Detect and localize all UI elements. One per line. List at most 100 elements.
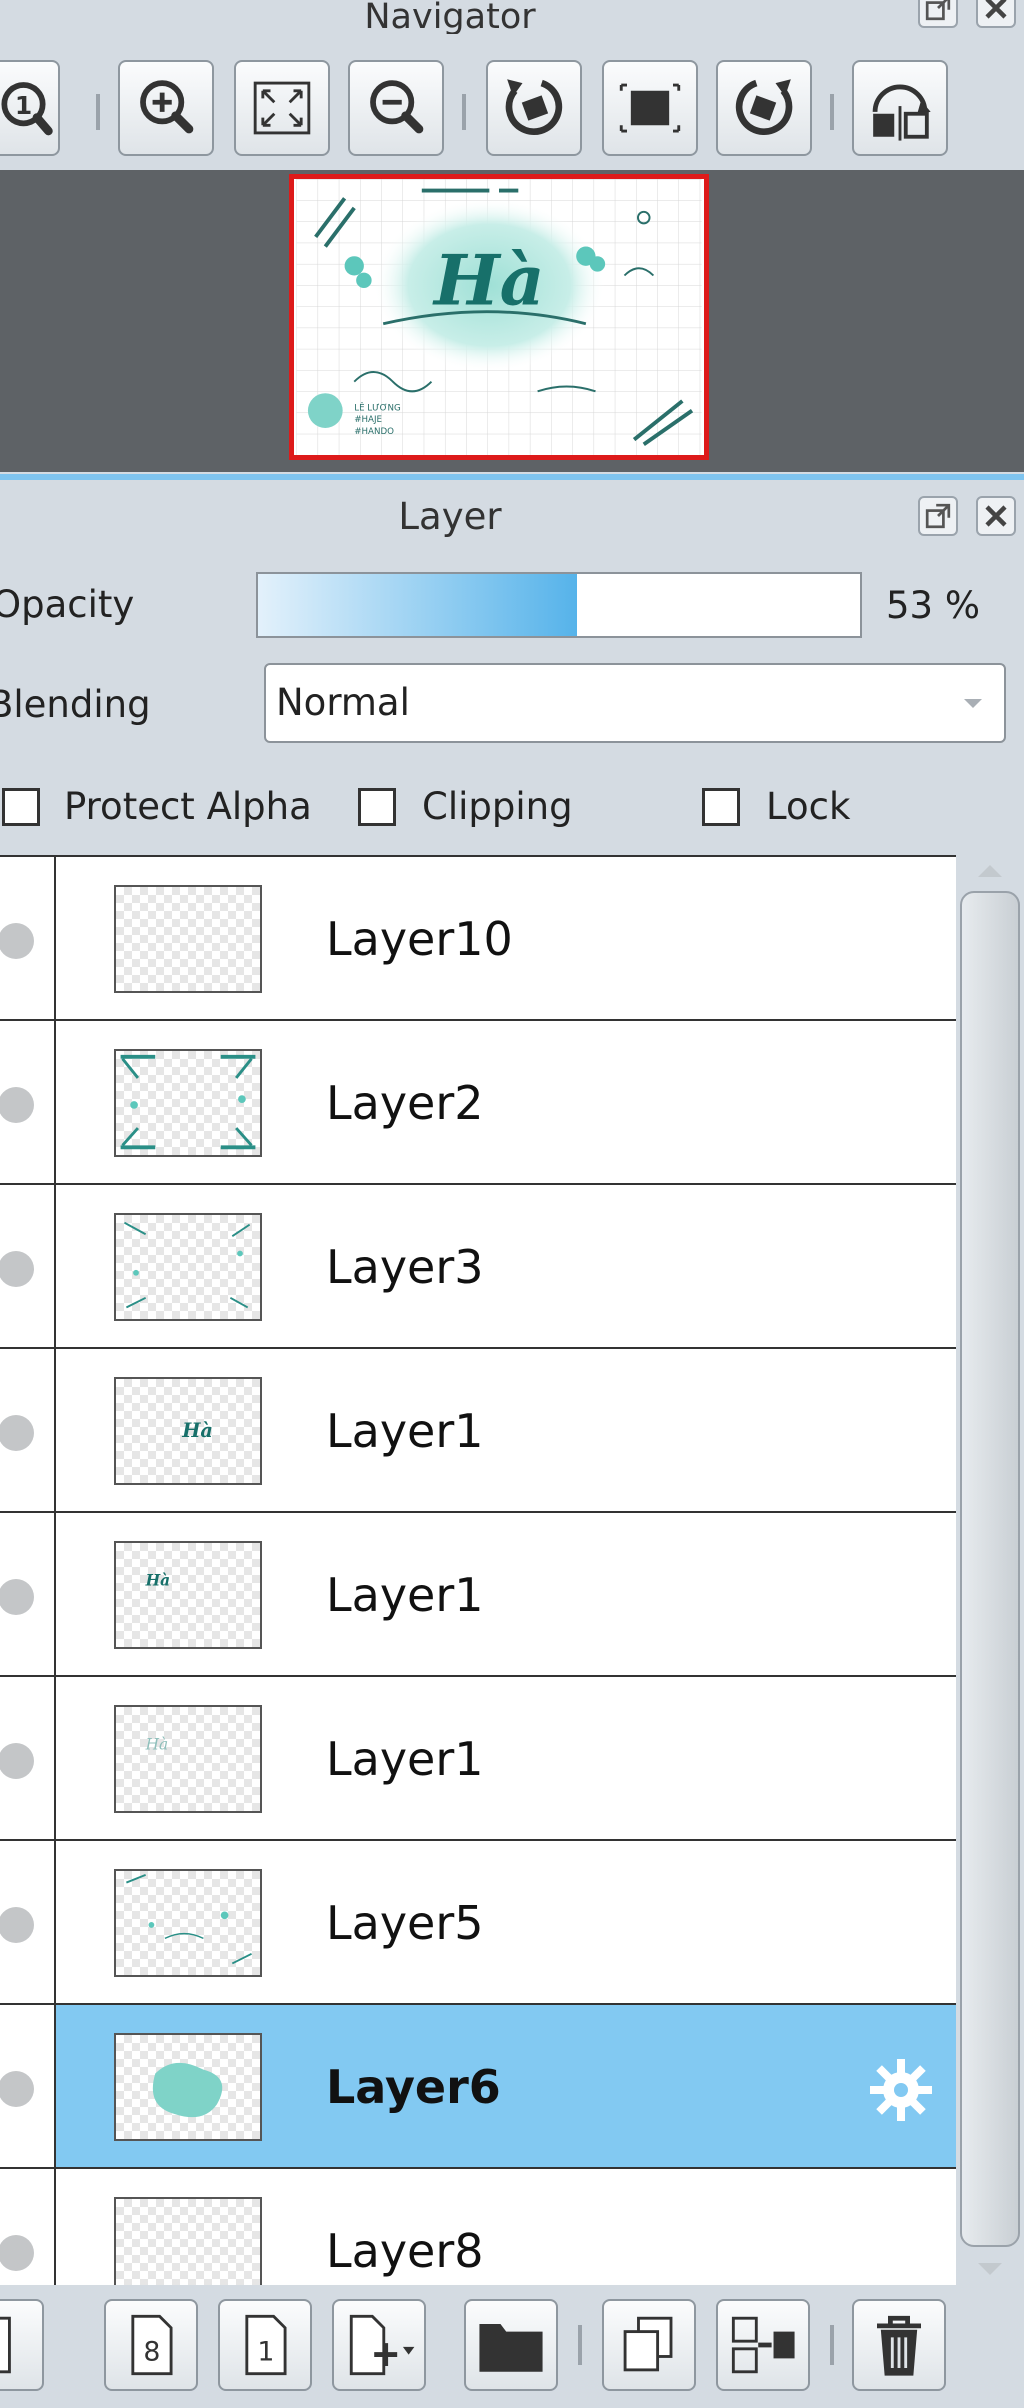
lock-label[interactable]: Lock — [766, 782, 850, 832]
blending-select[interactable]: Normal — [264, 663, 1006, 743]
navigator-title: Navigator — [364, 0, 536, 37]
navigator-viewport[interactable]: Hà LÊ LƯƠNG #HAJE #HANDO — [0, 170, 1024, 472]
protect-alpha-label[interactable]: Protect Alpha — [64, 782, 312, 832]
new-folder-button[interactable] — [464, 2299, 558, 2391]
layer-thumbnail — [114, 1869, 262, 1977]
visibility-icon[interactable] — [0, 1415, 34, 1451]
visibility-icon[interactable] — [0, 1251, 34, 1287]
layer-thumbnail — [114, 2033, 262, 2141]
visibility-toggle[interactable] — [0, 1021, 56, 1183]
new-layer-button[interactable] — [0, 2299, 44, 2391]
layer-row[interactable]: Layer3 — [0, 1185, 956, 1349]
layer-thumbnail: Hà — [114, 1377, 262, 1485]
new-1bit-layer-button[interactable]: 1 — [218, 2299, 312, 2391]
trash-icon — [877, 2315, 921, 2376]
canvas-preview-image: Hà LÊ LƯƠNG #HAJE #HANDO — [296, 179, 702, 455]
layer-name: Layer8 — [326, 2224, 484, 2278]
visibility-icon[interactable] — [0, 1907, 34, 1943]
visibility-icon[interactable] — [0, 2235, 34, 2271]
magnifier-one-icon: 1 — [1, 82, 53, 136]
visibility-toggle[interactable] — [0, 2169, 56, 2285]
clipping-label[interactable]: Clipping — [422, 782, 573, 832]
layer-row[interactable]: Layer6 — [0, 2005, 956, 2169]
navigator-close-button[interactable] — [976, 0, 1016, 28]
scroll-thumb[interactable] — [960, 891, 1020, 2247]
rotate-right-icon — [735, 79, 793, 136]
navigator-detach-button[interactable] — [918, 0, 958, 28]
add-layer-menu-button[interactable] — [332, 2299, 426, 2391]
svg-text:Hà: Hà — [181, 1419, 213, 1442]
protect-alpha-checkbox[interactable] — [2, 788, 40, 826]
svg-text:1: 1 — [257, 2336, 274, 2367]
visibility-toggle[interactable] — [0, 2005, 56, 2167]
layer-thumbnail-image: Hà — [145, 1735, 169, 1753]
flip-horizontal-icon — [872, 84, 931, 141]
scroll-down-arrow[interactable] — [978, 2263, 1002, 2275]
layer-row[interactable]: Layer5 — [0, 1841, 956, 2005]
preview-caption-1: LÊ LƯƠNG — [354, 402, 401, 414]
layer-detach-button[interactable] — [918, 496, 958, 536]
preview-caption-2: #HAJE — [354, 415, 382, 425]
duplicate-layer-button[interactable] — [602, 2299, 696, 2391]
visibility-toggle[interactable] — [0, 857, 56, 1019]
layer-thumbnail — [114, 2197, 262, 2285]
layer-name: Layer5 — [326, 1896, 484, 1950]
zoom-out-button[interactable] — [348, 60, 444, 156]
visibility-toggle[interactable] — [0, 1677, 56, 1839]
preview-caption-3: #HANDO — [354, 427, 394, 437]
visibility-icon[interactable] — [0, 923, 34, 959]
layer-row[interactable]: Layer8 — [0, 2169, 956, 2285]
opacity-slider[interactable] — [256, 572, 862, 638]
zoom-out-icon — [370, 80, 424, 134]
layer-panel-title: Layer — [398, 495, 502, 538]
layer-name: Layer1 — [326, 1568, 484, 1622]
fit-screen-icon — [253, 81, 311, 135]
delete-layer-button[interactable] — [852, 2299, 946, 2391]
layer-name: Layer3 — [326, 1240, 484, 1294]
rotate-right-button[interactable] — [716, 60, 812, 156]
svg-text:1: 1 — [15, 91, 32, 120]
layer-thumbnail-image — [120, 1054, 256, 1150]
new-8bit-layer-button[interactable]: 8 — [104, 2299, 198, 2391]
rotate-left-button[interactable] — [486, 60, 582, 156]
layer-list-scrollbar[interactable] — [956, 855, 1024, 2285]
scroll-up-arrow[interactable] — [978, 865, 1002, 877]
merge-layer-button[interactable] — [716, 2299, 810, 2391]
visibility-icon[interactable] — [0, 1087, 34, 1123]
lock-checkbox[interactable] — [702, 788, 740, 826]
visibility-icon[interactable] — [0, 1579, 34, 1615]
zoom-actual-button[interactable]: 1 — [0, 60, 60, 156]
visibility-toggle[interactable] — [0, 1185, 56, 1347]
zoom-in-button[interactable] — [118, 60, 214, 156]
layer-row[interactable]: Layer2 — [0, 1021, 956, 1185]
layer-row[interactable]: Layer10 — [0, 857, 956, 1021]
reset-rotation-button[interactable] — [602, 60, 698, 156]
flip-horizontal-button[interactable] — [852, 60, 948, 156]
layer-row[interactable]: Hà Layer1 — [0, 1677, 956, 1841]
opacity-value: 53 % — [886, 584, 980, 627]
visibility-toggle[interactable] — [0, 1349, 56, 1511]
layer-close-button[interactable] — [976, 496, 1016, 536]
layer-row[interactable]: Hà Layer1 — [0, 1513, 956, 1677]
layer-titlebar: Layer — [0, 480, 1024, 554]
layer-thumbnail: Hà — [114, 1705, 262, 1813]
layer-name: Layer1 — [326, 1404, 484, 1458]
layer-list[interactable]: Layer10 Layer2 Layer3 Hà Layer1 Hà Layer1 Hà Lay… — [0, 855, 956, 2285]
clipping-checkbox[interactable] — [358, 788, 396, 826]
canvas-preview[interactable]: Hà LÊ LƯƠNG #HAJE #HANDO — [289, 174, 709, 460]
visibility-icon[interactable] — [0, 1743, 34, 1779]
layer-bottom-toolbar: 8 1 — [0, 2285, 1024, 2408]
merge-icon — [731, 2316, 795, 2374]
gear-icon[interactable] — [866, 2055, 936, 2125]
visibility-toggle[interactable] — [0, 1513, 56, 1675]
fit-window-button[interactable] — [234, 60, 330, 156]
visibility-icon[interactable] — [0, 2071, 34, 2107]
detach-icon — [925, 0, 951, 21]
folder-icon — [479, 2323, 543, 2372]
visibility-toggle[interactable] — [0, 1841, 56, 2003]
chevron-down-icon — [964, 699, 982, 708]
new-page-icon — [0, 2316, 11, 2374]
layer-row[interactable]: Hà Layer1 — [0, 1349, 956, 1513]
layer-thumbnail — [114, 1213, 262, 1321]
layer-thumbnail-image — [116, 2199, 260, 2285]
